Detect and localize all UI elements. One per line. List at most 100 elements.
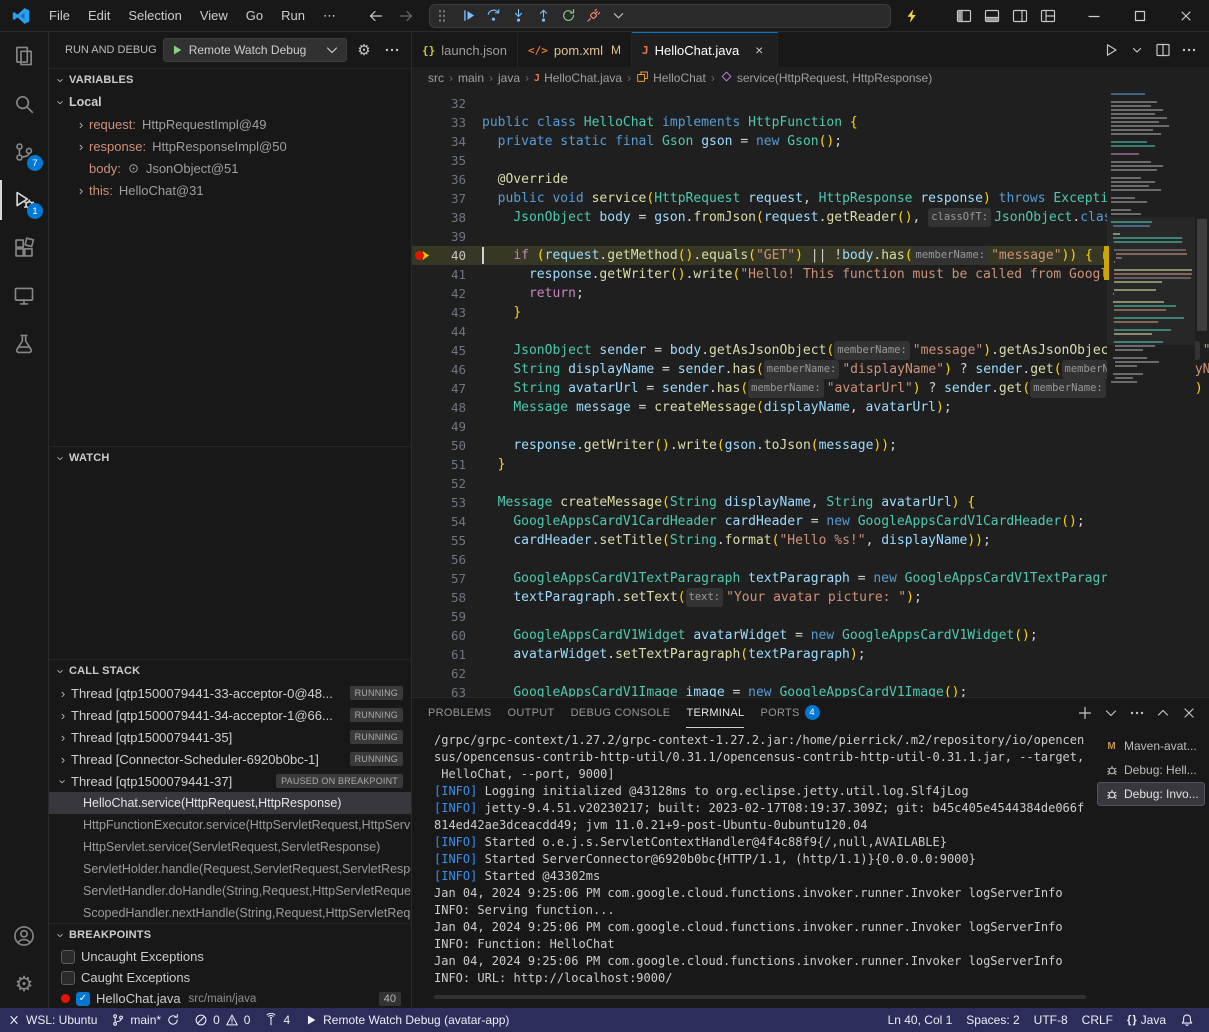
call-stack-thread[interactable]: ›Thread [qtp1500079441-34-acceptor-1@66.…	[49, 704, 411, 726]
status-eol[interactable]: CRLF	[1075, 1008, 1120, 1032]
variable-row[interactable]: ›this:HelloChat@31	[49, 179, 411, 201]
gutter-line[interactable]: 33	[412, 113, 482, 132]
go-back-button[interactable]	[363, 4, 389, 28]
activity-remote-explorer[interactable]	[0, 272, 48, 320]
call-stack-thread[interactable]: ›Thread [qtp1500079441-37]PAUSED ON BREA…	[49, 770, 411, 792]
toggle-secondary-sidebar-icon[interactable]	[1011, 2, 1029, 30]
gutter-line[interactable]: 45	[412, 341, 482, 360]
code-editor[interactable]: 3233343536373839404142434445464748495051…	[412, 89, 1209, 697]
watch-header[interactable]: › WATCH	[49, 447, 411, 469]
code-line[interactable]	[482, 417, 1209, 436]
tab-pom-xml[interactable]: </>pom.xmlM	[518, 32, 632, 67]
breakpoint-row[interactable]: Uncaught Exceptions	[49, 946, 411, 967]
maximize-button[interactable]	[1117, 0, 1163, 32]
minimap-slider[interactable]	[1107, 217, 1195, 345]
menu-edit[interactable]: Edit	[79, 8, 119, 23]
status-remote[interactable]: WSL: Ubuntu	[0, 1008, 104, 1032]
code-line[interactable]	[482, 550, 1209, 569]
code-line[interactable]	[482, 322, 1209, 341]
customize-layout-icon[interactable]	[1039, 2, 1057, 30]
variable-row[interactable]: body:JsonObject@51	[49, 157, 411, 179]
gutter-line[interactable]: 52	[412, 474, 482, 493]
gutter-line[interactable]: 53	[412, 493, 482, 512]
gutter-line[interactable]: 43	[412, 303, 482, 322]
code-line[interactable]: return;	[482, 284, 1209, 303]
launch-settings-gear-icon[interactable]: ⚙	[353, 39, 375, 61]
code-line[interactable]: JsonObject sender = body.getAsJsonObject…	[482, 341, 1209, 360]
views-more-actions-icon[interactable]	[381, 39, 403, 61]
debug-toolbar-drag-handle[interactable]	[438, 9, 446, 23]
tab-hellochat-java[interactable]: JHelloChat.java×	[632, 32, 778, 67]
new-terminal-icon[interactable]	[1073, 701, 1097, 725]
close-panel-icon[interactable]	[1177, 701, 1201, 725]
gutter-line[interactable]: 58	[412, 588, 482, 607]
gutter-line[interactable]: 55	[412, 531, 482, 550]
breakpoint-checkbox[interactable]	[61, 950, 75, 964]
code-line[interactable]: GoogleAppsCardV1TextParagraph textParagr…	[482, 569, 1209, 588]
more-sessions-button[interactable]	[606, 6, 631, 26]
gutter-line[interactable]: 62	[412, 664, 482, 683]
gutter-line[interactable]: 40	[412, 246, 482, 265]
status-ports[interactable]: 4	[257, 1008, 297, 1032]
gutter-line[interactable]: 38	[412, 208, 482, 227]
gutter-line[interactable]: 54	[412, 512, 482, 531]
minimize-button[interactable]	[1071, 0, 1117, 32]
code-line[interactable]	[482, 227, 1209, 246]
run-dropdown-chevron-icon[interactable]	[1129, 42, 1145, 58]
code-line[interactable]: textParagraph.setText(text:"Your avatar …	[482, 588, 1209, 607]
activity-settings[interactable]: ⚙	[0, 960, 48, 1008]
editor-scrollbar[interactable]	[1195, 89, 1209, 697]
code-line[interactable]: Message message = createMessage(displayN…	[482, 398, 1209, 417]
stack-frame[interactable]: ScopedHandler.nextHandle(String,Request,…	[49, 902, 411, 923]
code-line[interactable]: @Override	[482, 170, 1209, 189]
code-line[interactable]: cardHeader.setTitle(String.format("Hello…	[482, 531, 1209, 550]
disconnect-button[interactable]	[581, 6, 606, 26]
step-out-button[interactable]	[531, 6, 556, 26]
code-line[interactable]	[482, 151, 1209, 170]
status-indentation[interactable]: Spaces: 2	[959, 1008, 1026, 1032]
code-line[interactable]	[482, 94, 1209, 113]
editor-gutter[interactable]: 3233343536373839404142434445464748495051…	[412, 89, 482, 697]
code-content[interactable]: public class HelloChat implements HttpFu…	[482, 89, 1209, 697]
menu-go[interactable]: Go	[237, 8, 272, 23]
code-line[interactable]: GoogleAppsCardV1CardHeader cardHeader = …	[482, 512, 1209, 531]
code-line[interactable]: public class HelloChat implements HttpFu…	[482, 113, 1209, 132]
variable-row[interactable]: ›request:HttpRequestImpl@49	[49, 113, 411, 135]
code-line[interactable]: response.getWriter().write("Hello! This …	[482, 265, 1209, 284]
breadcrumb-item[interactable]: HelloChat	[636, 70, 706, 86]
breakpoint-checkbox[interactable]	[61, 971, 75, 985]
breakpoint-row[interactable]: ✓HelloChat.javasrc/main/java40	[49, 988, 411, 1008]
panel-tab-debug-console[interactable]: DEBUG CONSOLE	[571, 698, 671, 728]
breadcrumb-item[interactable]: src	[428, 71, 444, 85]
stack-frame[interactable]: HttpFunctionExecutor.service(HttpServlet…	[49, 814, 411, 836]
call-stack-header[interactable]: › CALL STACK	[49, 660, 411, 682]
gutter-line[interactable]: 50	[412, 436, 482, 455]
status-cursor-position[interactable]: Ln 40, Col 1	[881, 1008, 960, 1032]
code-line[interactable]: response.getWriter().write(gson.toJson(m…	[482, 436, 1209, 455]
restart-button[interactable]	[556, 6, 581, 26]
code-line[interactable]: public void service(HttpRequest request,…	[482, 189, 1209, 208]
activity-accounts[interactable]	[0, 912, 48, 960]
activity-source-control[interactable]: 7	[0, 128, 48, 176]
status-debug-status[interactable]: Remote Watch Debug (avatar-app)	[297, 1008, 516, 1032]
tab-launch-json[interactable]: {}launch.json	[412, 32, 518, 67]
panel-tab-problems[interactable]: PROBLEMS	[428, 698, 492, 728]
gutter-line[interactable]: 49	[412, 417, 482, 436]
code-line[interactable]: }	[482, 455, 1209, 474]
code-line[interactable]: GoogleAppsCardV1Image image = new Google…	[482, 683, 1209, 697]
code-line[interactable]: Message createMessage(String displayName…	[482, 493, 1209, 512]
gutter-line[interactable]: 46	[412, 360, 482, 379]
gutter-line[interactable]: 34	[412, 132, 482, 151]
scrollbar-thumb[interactable]	[1197, 219, 1207, 331]
menu-view[interactable]: View	[191, 8, 237, 23]
toggle-panel-icon[interactable]	[983, 2, 1001, 30]
code-line[interactable]: }	[482, 303, 1209, 322]
menu-selection[interactable]: Selection	[119, 8, 190, 23]
gutter-line[interactable]: 41	[412, 265, 482, 284]
status-language[interactable]: { }Java	[1120, 1008, 1173, 1032]
stack-frame[interactable]: HelloChat.service(HttpRequest,HttpRespon…	[49, 792, 411, 814]
breakpoint-checkbox[interactable]: ✓	[76, 992, 90, 1006]
call-stack-thread[interactable]: ›Thread [qtp1500079441-33-acceptor-0@48.…	[49, 682, 411, 704]
menu-more[interactable]: ⋯	[314, 8, 345, 24]
gutter-line[interactable]: 47	[412, 379, 482, 398]
